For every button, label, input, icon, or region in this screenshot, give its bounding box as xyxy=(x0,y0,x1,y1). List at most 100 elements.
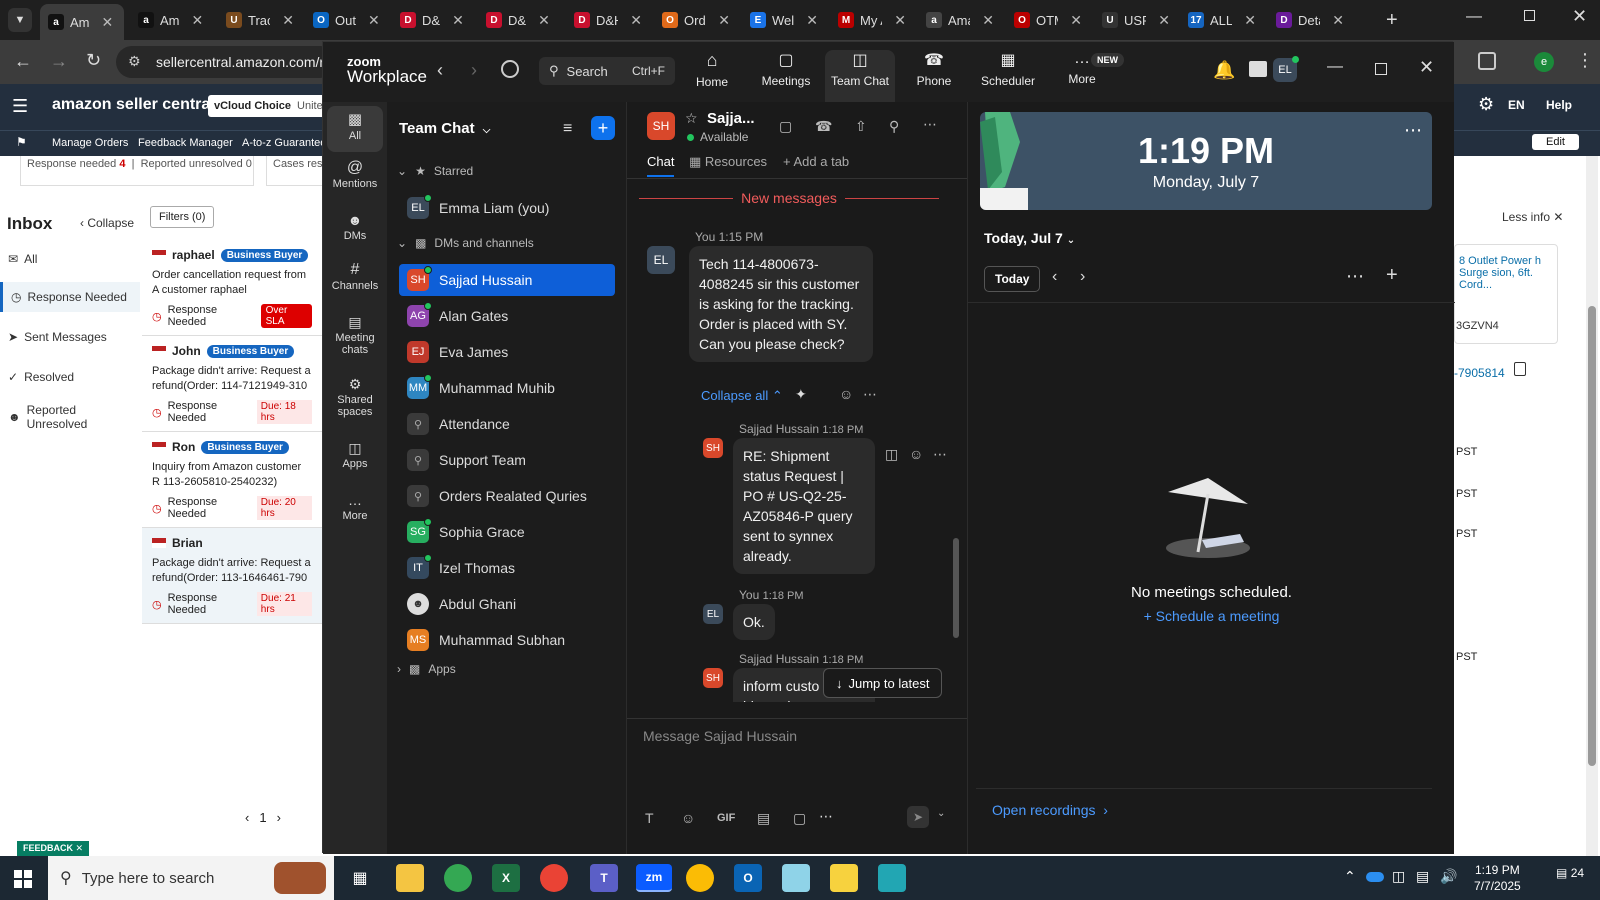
back-icon[interactable]: ← xyxy=(14,51,32,72)
star-chat-icon[interactable]: ☆ xyxy=(685,110,698,127)
zoom-forward-icon[interactable]: › xyxy=(471,60,477,81)
message-list-item[interactable]: raphael Business Buyer Order cancellation … xyxy=(142,240,322,336)
help-link[interactable]: Help xyxy=(1546,98,1572,112)
close-tab-icon[interactable]: ✕ xyxy=(982,12,994,29)
browser-tab[interactable]: D D&H Di ✕ xyxy=(566,6,650,34)
prev-page-icon[interactable]: ‹ xyxy=(245,810,249,825)
tab-chat[interactable]: Chat xyxy=(647,154,675,177)
reaction-icon[interactable]: ☺ xyxy=(839,386,853,402)
zoom-back-icon[interactable]: ‹ xyxy=(437,60,443,81)
zoom-close-icon[interactable]: ✕ xyxy=(1419,57,1434,78)
order-id-link[interactable]: -7905814 xyxy=(1454,366,1505,380)
rail-meeting-chats[interactable]: ▤ Meeting chats xyxy=(327,315,383,356)
browser-tab[interactable]: U USPS.cc ✕ xyxy=(1094,6,1178,34)
network-icon[interactable]: ▤ xyxy=(1416,868,1429,885)
contact-item[interactable]: MM Muhammad Muhib xyxy=(399,372,615,404)
browser-tab[interactable]: O Out ✕ xyxy=(305,6,389,34)
chat-scrollbar[interactable] xyxy=(953,538,959,638)
amazon-logo[interactable]: amazon seller central xyxy=(52,96,215,114)
more-options-icon[interactable]: ⋯ xyxy=(923,116,937,133)
close-tab-icon[interactable]: ✕ xyxy=(1070,12,1082,29)
folder-response-needed[interactable]: ◷ Response Needed xyxy=(0,282,140,312)
team-chat-title[interactable]: Team Chat ⌵ xyxy=(399,120,490,137)
close-tab-icon[interactable]: ✕ xyxy=(1332,12,1344,29)
reply-thread-icon[interactable]: ◫ xyxy=(885,446,898,463)
tab-phone[interactable]: ☎ Phone xyxy=(899,50,969,102)
folder-resolved[interactable]: ✓ Resolved xyxy=(0,362,140,392)
send-button[interactable]: ➤ xyxy=(907,806,929,828)
nav-feedback-manager[interactable]: Feedback Manager xyxy=(138,137,233,149)
file-icon[interactable]: ▤ xyxy=(757,810,770,827)
taskbar-search[interactable]: ⚲ Type here to search xyxy=(48,856,334,900)
task-view-icon[interactable]: ▦ xyxy=(346,864,374,892)
rail-mentions[interactable]: @ Mentions xyxy=(327,160,383,191)
message-input[interactable]: Message Sajjad Hussain xyxy=(643,728,943,744)
notification-center[interactable]: ▤ 24 xyxy=(1556,866,1584,880)
browser-tab[interactable]: M My Acc ✕ xyxy=(830,6,914,34)
folder-all[interactable]: ✉ All xyxy=(0,244,140,274)
volume-icon[interactable]: 🔊 xyxy=(1440,868,1457,885)
page-number[interactable]: 1 xyxy=(259,810,266,825)
contact-item[interactable]: AG Alan Gates xyxy=(399,300,615,332)
close-tab-icon[interactable]: ✕ xyxy=(806,12,818,29)
today-button[interactable]: Today xyxy=(984,266,1041,292)
hamburger-menu-icon[interactable]: ☰ xyxy=(12,96,28,117)
rail-dms[interactable]: ☻ DMs xyxy=(327,213,383,242)
contact-item[interactable]: SG Sophia Grace xyxy=(399,516,615,548)
feedback-button[interactable]: FEEDBACK ✕ xyxy=(17,841,90,856)
search-chat-icon[interactable]: ⚲ xyxy=(889,118,899,135)
browser-menu-icon[interactable]: ⋮ xyxy=(1576,50,1594,71)
zoom-search-box[interactable]: ⚲ Search Ctrl+F xyxy=(539,57,675,85)
nav-atoz-guarantee[interactable]: A-to-z Guarantee xyxy=(242,137,326,149)
channel-item[interactable]: ⚲ Support Team xyxy=(399,444,615,476)
new-chat-button[interactable]: + xyxy=(591,116,615,140)
close-tab-icon[interactable]: ✕ xyxy=(282,12,294,29)
close-tab-icon[interactable]: ✕ xyxy=(718,12,730,29)
close-tab-icon[interactable]: ✕ xyxy=(368,12,380,29)
browser-tab[interactable]: U Trac ✕ xyxy=(218,6,302,34)
security-icon[interactable]: ◫ xyxy=(1392,868,1405,885)
prev-day-icon[interactable]: ‹ xyxy=(1052,268,1057,286)
rail-more[interactable]: … More xyxy=(327,493,383,522)
forward-icon[interactable]: → xyxy=(50,51,68,72)
browser-tab[interactable]: D Detailed ✕ xyxy=(1268,6,1352,34)
less-info-link[interactable]: Less info ✕ xyxy=(1502,210,1563,224)
filter-icon[interactable]: ≡ xyxy=(563,120,572,138)
message-avatar[interactable]: SH xyxy=(703,668,723,688)
chat-avatar[interactable]: SH xyxy=(647,112,675,140)
dms-channels-section[interactable]: ⌄ ▩ DMs and channels xyxy=(397,236,534,250)
bell-icon[interactable]: 🔔 xyxy=(1213,60,1235,81)
extensions-icon[interactable] xyxy=(1478,52,1496,70)
history-icon[interactable] xyxy=(501,60,519,78)
browser-tab[interactable]: O Orders ✕ xyxy=(654,6,738,34)
tray-chevron-icon[interactable]: ⌃ xyxy=(1344,868,1356,885)
message-bubble[interactable]: Tech 114-4800673-4088245 sir this custom… xyxy=(689,246,873,362)
screenshot-icon[interactable]: ▢ xyxy=(793,810,806,827)
browser-tab[interactable]: D D& ✕ xyxy=(392,6,476,34)
schedule-meeting-link[interactable]: + Schedule a meeting xyxy=(968,608,1455,624)
bookmark-icon[interactable]: ⚑ xyxy=(16,135,27,149)
message-bubble[interactable]: RE: Shipment status Request | PO # US-Q2… xyxy=(733,438,875,574)
send-options-icon[interactable]: ⌄ xyxy=(937,808,945,819)
contact-item[interactable]: EJ Eva James xyxy=(399,336,615,368)
rail-all[interactable]: ▩ All xyxy=(327,106,383,152)
message-more-icon[interactable]: ⋯ xyxy=(933,446,947,463)
browser-tab[interactable]: E Welcom ✕ xyxy=(742,6,826,34)
collapse-all-button[interactable]: Collapse all ⌃ xyxy=(701,388,783,404)
rail-apps[interactable]: ◫ Apps xyxy=(327,441,383,470)
minimize-browser-icon[interactable]: — xyxy=(1466,8,1482,26)
site-info-icon[interactable]: ⚙ xyxy=(128,53,141,70)
tab-list-button[interactable]: ▼ xyxy=(8,8,32,32)
close-tab-icon[interactable]: ✕ xyxy=(630,12,642,29)
copy-icon[interactable] xyxy=(1514,362,1526,376)
close-tab-icon[interactable]: ✕ xyxy=(102,14,114,31)
calendar-more-icon[interactable]: ⋯ xyxy=(1346,266,1364,287)
add-tab[interactable]: + Add a tab xyxy=(783,154,849,169)
app-icon[interactable] xyxy=(878,864,906,892)
chrome-profile-icon[interactable] xyxy=(540,864,568,892)
message-bubble[interactable]: Ok. xyxy=(733,604,775,640)
contact-item[interactable]: EL Emma Liam (you) xyxy=(399,192,615,224)
date-selector[interactable]: Today, Jul 7 ⌄ xyxy=(984,230,1075,246)
new-tab-icon[interactable]: + xyxy=(1386,9,1398,32)
onedrive-icon[interactable] xyxy=(1366,872,1384,882)
